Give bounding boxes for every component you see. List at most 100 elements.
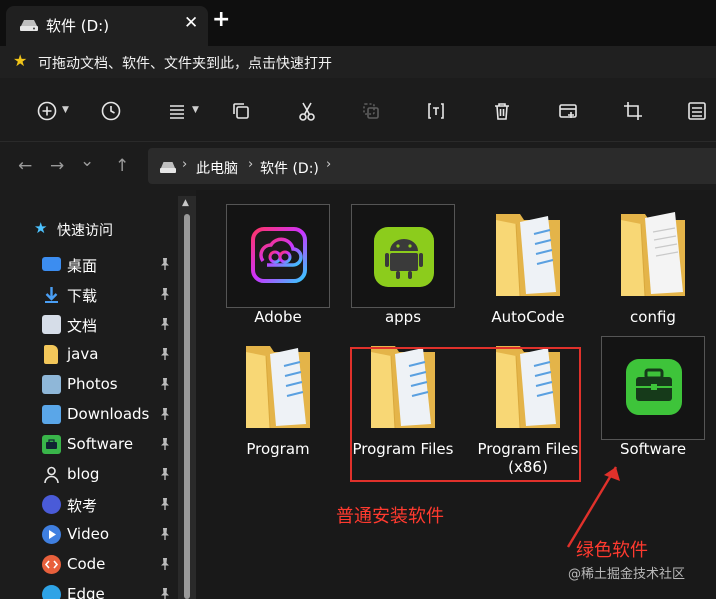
new-icon[interactable] xyxy=(34,98,60,124)
pin-icon[interactable] xyxy=(158,557,172,571)
address-bar: ← → ⌄ ↑ › 此电脑 › 软件 (D:) › xyxy=(0,142,716,190)
pin-icon[interactable] xyxy=(158,437,172,451)
delete-icon[interactable] xyxy=(489,98,515,124)
sidebar-item[interactable]: 下载 xyxy=(0,280,178,308)
tab-drive-d[interactable]: 软件 (D:) ✕ xyxy=(6,6,208,46)
star-icon: ★ xyxy=(13,51,28,70)
file-name: AutoCode xyxy=(491,308,565,326)
scroll-thumb[interactable] xyxy=(184,214,190,599)
file-item-label[interactable]: apps xyxy=(338,308,468,326)
breadcrumb-drive-d[interactable]: 软件 (D:) xyxy=(260,158,319,178)
downloads-icon xyxy=(42,405,61,424)
pin-icon[interactable] xyxy=(158,287,172,301)
tip-text: 可拖动文档、软件、文件夹到此，点击快速打开 xyxy=(38,56,332,72)
file-name: Adobe xyxy=(254,308,302,326)
sidebar-item-label: Photos xyxy=(67,375,118,393)
annotation-normal-install: 普通安装软件 xyxy=(336,506,444,527)
file-item-icon[interactable] xyxy=(601,204,705,308)
recent-icon[interactable] xyxy=(98,98,124,124)
sidebar-item[interactable]: Edge xyxy=(0,580,178,599)
pin-icon[interactable] xyxy=(158,257,172,271)
pin-icon[interactable] xyxy=(158,347,172,361)
file-item-label[interactable]: Program xyxy=(213,440,343,458)
pin-icon[interactable] xyxy=(158,467,172,481)
breadcrumb-this-pc[interactable]: 此电脑 xyxy=(196,158,238,178)
view-dropdown-icon[interactable]: ▼ xyxy=(192,105,199,115)
quick-access-star-icon: ★ xyxy=(34,219,48,237)
edge-icon xyxy=(42,585,61,599)
folder-icon xyxy=(44,345,58,364)
command-bar: ▼ ▼ xyxy=(0,78,716,142)
cut-icon[interactable] xyxy=(294,98,320,124)
new-dropdown-icon[interactable]: ▼ xyxy=(62,105,69,115)
address-input[interactable]: › 此电脑 › 软件 (D:) › xyxy=(148,148,716,184)
blog-icon xyxy=(42,465,61,484)
tab-title: 软件 (D:) xyxy=(46,17,110,35)
pin-icon[interactable] xyxy=(158,587,172,599)
file-item-label[interactable]: AutoCode xyxy=(463,308,593,326)
adobe-icon xyxy=(251,227,307,283)
annotation-green-software: 绿色软件 xyxy=(576,540,648,561)
watermark: @稀土掘金技术社区 xyxy=(568,567,686,582)
photos-icon xyxy=(42,375,61,394)
sidebar-item-label: Software xyxy=(67,435,134,453)
breadcrumb-separator[interactable]: › xyxy=(182,157,187,172)
desktop-icon xyxy=(42,257,61,271)
file-name: config xyxy=(630,308,676,326)
sidebar-item-label: Code xyxy=(67,555,106,573)
paste-icon xyxy=(358,98,384,124)
software-icon xyxy=(42,435,61,454)
sidebar-item-label: 软考 xyxy=(67,497,98,515)
download-icon xyxy=(42,285,61,304)
toolbox-icon xyxy=(626,359,682,415)
sidebar-item[interactable]: java xyxy=(0,340,178,368)
sidebar-item-label: blog xyxy=(67,465,100,483)
sidebar-item[interactable]: Photos xyxy=(0,370,178,398)
sidebar-item[interactable]: Software xyxy=(0,430,178,458)
sidebar-item[interactable]: 软考 xyxy=(0,490,178,518)
properties-icon[interactable] xyxy=(684,98,710,124)
copy-icon[interactable] xyxy=(228,98,254,124)
sidebar-item[interactable]: Video xyxy=(0,520,178,548)
file-item-icon[interactable] xyxy=(226,336,330,440)
file-item-icon[interactable] xyxy=(351,204,455,308)
sidebar-item-label: 桌面 xyxy=(67,257,98,275)
file-item-icon[interactable] xyxy=(226,204,330,308)
pin-icon[interactable] xyxy=(158,527,172,541)
pin-icon[interactable] xyxy=(158,377,172,391)
quick-access-label[interactable]: 快速访问 xyxy=(57,220,113,240)
file-item-icon[interactable] xyxy=(601,336,705,440)
rename-icon[interactable] xyxy=(423,98,449,124)
sidebar-item[interactable]: 文档 xyxy=(0,310,178,338)
breadcrumb-separator[interactable]: › xyxy=(248,157,253,172)
sidebar-item[interactable]: blog xyxy=(0,460,178,488)
folder-doc-icon xyxy=(621,212,685,297)
sidebar-item[interactable]: Code xyxy=(0,550,178,578)
sidebar-item[interactable]: Downloads xyxy=(0,400,178,428)
view-icon[interactable] xyxy=(164,98,190,124)
annotation-highlight-box xyxy=(350,347,581,482)
pin-icon[interactable] xyxy=(158,317,172,331)
sidebar-item-label: 下载 xyxy=(67,287,98,305)
breadcrumb-separator[interactable]: › xyxy=(326,157,331,172)
pin-icon[interactable] xyxy=(158,497,172,511)
file-item-icon[interactable] xyxy=(476,204,580,308)
file-item-label[interactable]: config xyxy=(588,308,716,326)
sidebar-scrollbar[interactable]: ▲ xyxy=(178,196,196,599)
back-button[interactable]: ← xyxy=(18,156,32,176)
crop-icon[interactable] xyxy=(620,98,646,124)
video-icon xyxy=(42,525,61,544)
new-tab-button[interactable]: + xyxy=(212,7,230,32)
forward-button[interactable]: → xyxy=(50,156,64,176)
scroll-up-icon[interactable]: ▲ xyxy=(182,198,189,208)
new-tab-icon[interactable] xyxy=(555,98,581,124)
navigation-pane: ★ 快速访问 桌面下载文档 java Photos Downloads Software… xyxy=(0,190,196,599)
drive-icon xyxy=(160,162,176,173)
file-item-label[interactable]: Adobe xyxy=(213,308,343,326)
sidebar-item[interactable]: 桌面 xyxy=(0,250,178,278)
history-button[interactable]: ⌄ xyxy=(80,151,94,171)
up-button[interactable]: ↑ xyxy=(115,156,129,176)
close-tab-icon[interactable]: ✕ xyxy=(184,13,198,33)
folder-icon xyxy=(496,214,560,297)
pin-icon[interactable] xyxy=(158,407,172,421)
